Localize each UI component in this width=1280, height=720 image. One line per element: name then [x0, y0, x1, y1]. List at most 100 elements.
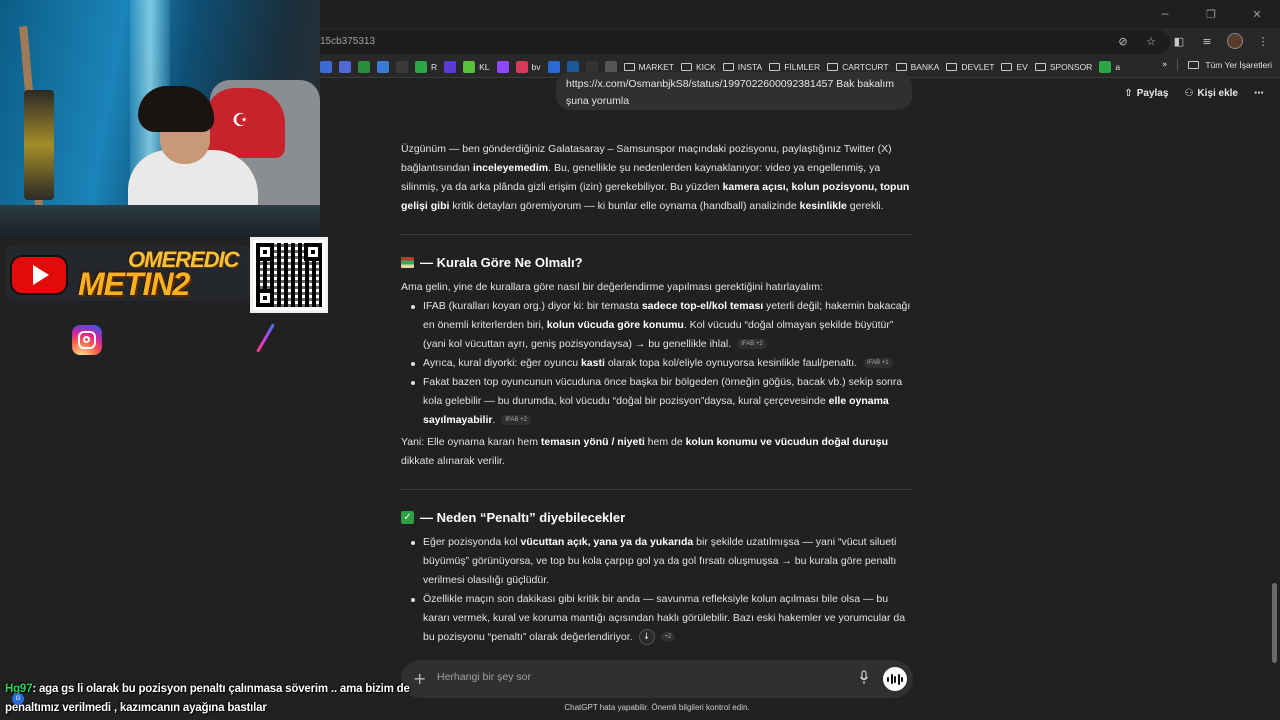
bookmark-item[interactable]: [496, 61, 509, 73]
bookmark-folder-label: EV: [1016, 62, 1028, 72]
bookmark-item[interactable]: [339, 61, 351, 73]
bold-text: kasti: [580, 357, 605, 369]
voice-mode-button[interactable]: [883, 667, 907, 691]
bookmark-item[interactable]: a: [1099, 61, 1120, 73]
intro-paragraph: Üzgünüm — ben gönderdiğiniz Galatasaray …: [401, 140, 913, 216]
waveform-bar: [897, 673, 900, 685]
bookmark-folder[interactable]: INSTA: [722, 62, 762, 72]
extensions-icon[interactable]: ◧: [1170, 32, 1188, 50]
page-scrollbar[interactable]: [1268, 78, 1280, 720]
eye-off-icon[interactable]: ⊘: [1114, 32, 1132, 50]
chevron-right-icon[interactable]: »: [1162, 60, 1167, 70]
bold-text: kesinlikle: [799, 200, 847, 212]
bookmark-item[interactable]: R: [415, 61, 437, 73]
citation-badge[interactable]: IFAB +2: [501, 415, 531, 426]
bookmark-item[interactable]: bv: [515, 61, 541, 73]
bookmark-folder[interactable]: EV: [1001, 62, 1028, 72]
chat-badge-icon: G: [12, 693, 24, 705]
bookmark-favicon-icon: [377, 61, 389, 73]
chat-text: : aga gs li olarak bu pozisyon penaltı ç…: [5, 683, 410, 714]
star-icon[interactable]: ☆: [1142, 32, 1160, 50]
bookmark-label: KL: [479, 62, 490, 72]
add-person-button[interactable]: ⚇ Kişi ekle: [1184, 88, 1238, 99]
bookmark-item[interactable]: [358, 61, 370, 73]
bookmark-folder-label: BANKA: [910, 62, 940, 72]
bookmark-favicon-icon: [515, 61, 528, 73]
minimize-icon[interactable]: ─: [1142, 0, 1188, 28]
text: olarak topa kol/eliyle oynuyorsa kesinli…: [604, 357, 858, 369]
bookmark-label: a: [1115, 62, 1121, 72]
text: .: [492, 414, 496, 426]
share-label: Paylaş: [1136, 88, 1169, 99]
scroll-thumb[interactable]: [1272, 583, 1277, 663]
close-icon[interactable]: ✕: [1234, 0, 1280, 28]
folder-icon: [895, 63, 907, 71]
bookmark-folder[interactable]: FİLMLER: [769, 62, 820, 72]
bookmark-folder[interactable]: CARTCURT: [827, 62, 889, 72]
text: IFAB (kuralları koyan org.) diyor ki: bi…: [423, 300, 642, 312]
bookmark-item[interactable]: KL: [463, 61, 490, 73]
text: dikkate alınarak verilir.: [401, 455, 505, 467]
bookmark-label: bv: [531, 62, 541, 72]
bookmark-item[interactable]: [396, 61, 408, 73]
bookmark-favicon-icon: [320, 61, 332, 73]
citation-badge[interactable]: IFAB +2: [737, 339, 767, 350]
bookmark-item[interactable]: [547, 61, 560, 73]
more-options-icon[interactable]: ⋯: [1254, 88, 1264, 99]
media-icon[interactable]: ≡: [1198, 32, 1216, 50]
section-heading-penalty: ✓ — Neden “Penaltı” diyebilecekler: [401, 508, 913, 527]
bookmark-folder-label: CARTCURT: [842, 62, 889, 72]
add-person-label: Kişi ekle: [1197, 88, 1238, 99]
bookmark-favicon-icon: [463, 61, 476, 73]
bookmarks-overflow: » Tüm Yer İşaretleri: [1162, 59, 1272, 71]
profile-avatar[interactable]: [1226, 32, 1244, 50]
user-message-line: şuna yorumla: [566, 95, 630, 107]
bookmark-folder[interactable]: BANKA: [895, 62, 940, 72]
scroll-down-button[interactable]: ↓: [638, 629, 655, 646]
bookmark-item[interactable]: [377, 61, 389, 73]
bookmark-favicon-icon: [339, 61, 351, 73]
restore-icon[interactable]: ❐: [1188, 0, 1234, 28]
menu-kebab-icon[interactable]: ⋮: [1254, 32, 1272, 50]
streamer-hair: [138, 86, 214, 132]
section-heading-rules: — Kurala Göre Ne Olmalı?: [401, 253, 913, 272]
folder-icon: [946, 63, 958, 71]
prompt-input[interactable]: [437, 671, 837, 683]
crescent-star-icon: ☪: [232, 110, 249, 131]
bookmark-favicon-icon: [1099, 61, 1112, 73]
folder-icon: [680, 63, 692, 71]
bookmark-folder[interactable]: KICK: [680, 62, 716, 72]
list-item: Ayrıca, kural diyorki: eğer oyuncu kasti…: [411, 354, 913, 373]
window-controls: ─ ❐ ✕: [1142, 0, 1280, 28]
youtube-icon: [10, 255, 68, 295]
bookmark-item[interactable]: [320, 61, 332, 73]
all-bookmarks-link[interactable]: Tüm Yer İşaretleri: [1205, 60, 1272, 70]
bookmark-folder-label: SPONSOR: [1049, 62, 1093, 72]
bookmark-favicon-icon: [444, 61, 457, 73]
folder-icon: [1034, 63, 1046, 71]
bookmark-favicon-icon: [358, 61, 370, 73]
penalty-list: Eğer pozisyonda kol vücuttan açık, yana …: [401, 533, 913, 647]
citation-badge[interactable]: +2: [660, 632, 676, 643]
brand-line-2: METIN2: [78, 266, 190, 302]
bookmark-item[interactable]: [444, 61, 457, 73]
divider: [401, 489, 913, 490]
books-icon: [401, 257, 414, 268]
bookmark-folder[interactable]: SPONSOR: [1034, 62, 1093, 72]
divider: [401, 234, 913, 235]
prompt-composer: +: [401, 660, 913, 698]
microphone-icon[interactable]: [859, 670, 869, 686]
text: Yani: Elle oynama kararı hem: [401, 436, 541, 448]
bookmark-folder-label: KICK: [695, 62, 716, 72]
share-button[interactable]: ⇧ Paylaş: [1124, 88, 1168, 99]
citation-badge[interactable]: IFAB +1: [863, 358, 893, 369]
url-field[interactable]: 15cb375313: [300, 30, 1170, 54]
bold-text: inceleyemedim: [472, 162, 549, 174]
bookmark-folder-label: MARKET: [638, 62, 674, 72]
bookmark-favicon-icon: [496, 61, 509, 73]
bookmark-label: R: [431, 62, 438, 72]
webcam-overlay: ☪: [0, 0, 320, 237]
folder-icon: [1001, 63, 1013, 71]
bookmark-folder[interactable]: MARKET: [623, 62, 674, 72]
bookmark-folder[interactable]: DEVLET: [946, 62, 994, 72]
